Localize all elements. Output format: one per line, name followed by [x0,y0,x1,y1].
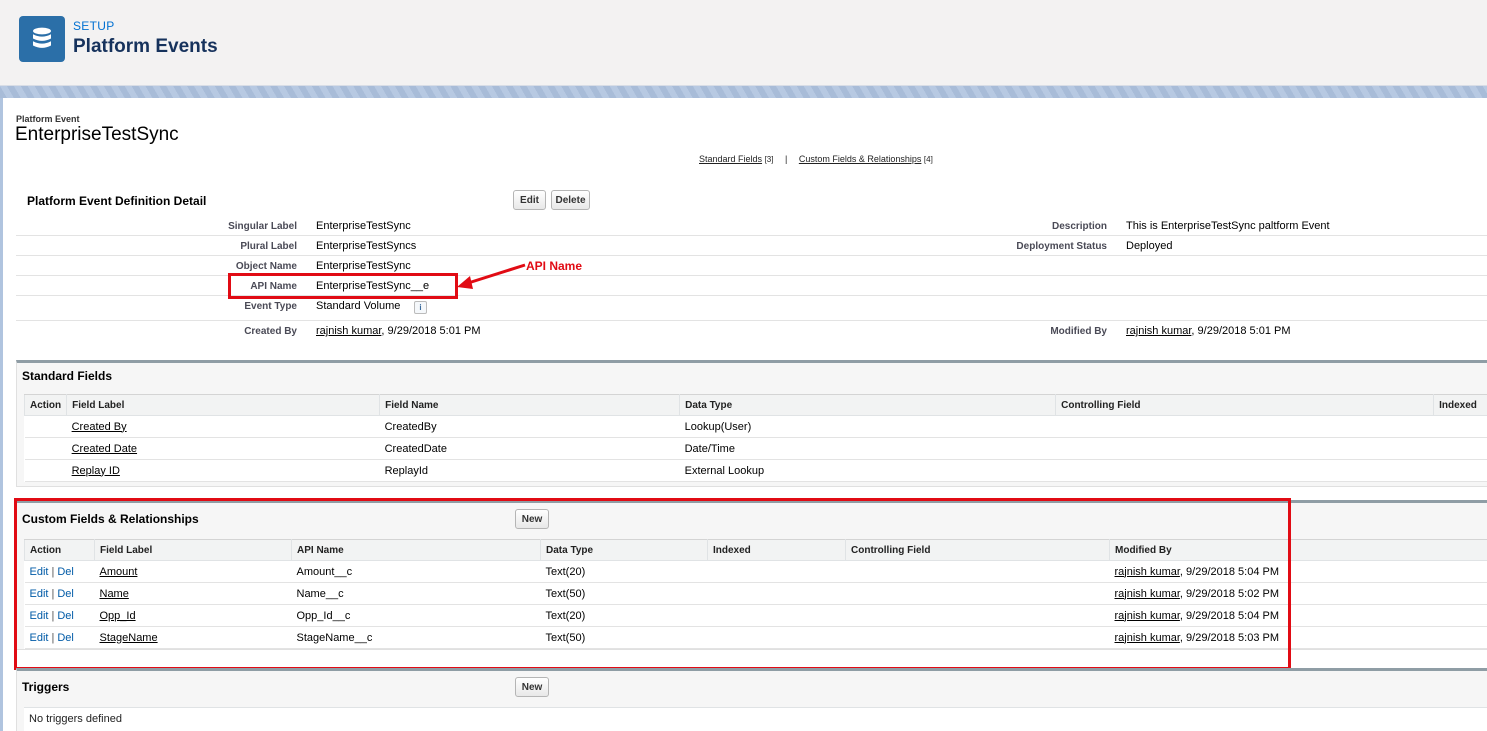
field-label-link[interactable]: Created Date [72,443,137,455]
triggers-section: Triggers New No triggers defined [16,668,1487,731]
data-type-cell: Lookup(User) [679,415,1056,438]
created-by-date: , 9/29/2018 5:01 PM [381,325,481,337]
plural-label-label: Plural Label [240,241,297,252]
singular-label-value: EnterpriseTestSync [316,220,411,232]
modified-by-date: , 9/29/2018 5:01 PM [1191,325,1291,337]
singular-label-label: Singular Label [228,221,297,232]
object-name-label: Object Name [235,261,297,272]
data-type-cell: External Lookup [679,459,1056,482]
api-name-annotation: API Name [526,259,583,273]
column-header: Action [23,394,68,416]
delete-button[interactable]: Delete [551,190,590,210]
event-type-label: Event Type [244,301,297,312]
decorative-band [0,86,1487,98]
column-header: Field Label [66,394,381,416]
page-title: Platform Events [73,36,218,57]
main-content: Platform Event EnterpriseTestSync Standa… [3,98,1487,731]
detail-row [16,296,1487,321]
detail-row [16,236,1487,256]
standard-fields-title: Standard Fields [22,369,113,383]
standard-fields-count: [3] [764,155,774,164]
annotation-arrow-icon [457,263,526,289]
standard-fields-section: Standard Fields Action Field Label Field… [16,360,1487,487]
database-icon [19,16,65,62]
field-name-cell: CreatedBy [379,415,680,438]
custom-fields-link[interactable]: Custom Fields & Relationships [799,154,922,164]
api-name-highlight-box [228,273,458,299]
table-row: Replay ID ReplayId External Lookup [24,459,1487,482]
new-trigger-button[interactable]: New [515,677,549,697]
object-kicker: Platform Event [16,114,80,124]
created-by-label: Created By [244,326,297,337]
column-header: Field Name [379,394,681,416]
triggers-title: Triggers [22,680,70,694]
standard-fields-table: Action Field Label Field Name Data Type … [23,394,1487,482]
object-title: EnterpriseTestSync [15,124,179,145]
custom-fields-count: [4] [923,155,933,164]
column-header: Controlling Field [1055,394,1435,416]
link-separator: | [784,154,788,164]
table-row: Created Date CreatedDate Date/Time [24,437,1487,460]
created-by-user-link[interactable]: rajnish kumar [316,325,381,337]
deployment-status-value: Deployed [1126,240,1173,252]
description-label: Description [1051,221,1107,232]
triggers-list: No triggers defined [24,707,1487,731]
info-icon[interactable]: i [414,301,427,314]
modified-by-value: rajnish kumar, 9/29/2018 5:01 PM [1126,325,1291,337]
deployment-status-label: Deployment Status [1016,241,1107,252]
plural-label-value: EnterpriseTestSyncs [316,240,417,252]
event-type-value: Standard Volume [316,300,401,312]
detail-title: Platform Event Definition Detail [27,194,207,208]
data-type-cell: Date/Time [679,437,1056,460]
field-name-cell: ReplayId [379,459,680,482]
field-label-link[interactable]: Replay ID [72,465,120,477]
field-name-cell: CreatedDate [379,437,680,460]
column-header: Indexed [1433,394,1487,416]
modified-by-user-link[interactable]: rajnish kumar [1126,325,1191,337]
setup-header: SETUP Platform Events [0,0,1487,86]
custom-fields-highlight-box [14,498,1291,670]
modified-by-label: Modified By [1050,326,1107,337]
table-row: Created By CreatedBy Lookup(User) [24,415,1487,438]
setup-kicker: SETUP [73,19,115,33]
column-header: Data Type [679,394,1057,416]
no-triggers-text: No triggers defined [29,713,122,725]
related-list-links: Standard Fields [3] | Custom Fields & Re… [699,154,933,164]
created-by-value: rajnish kumar, 9/29/2018 5:01 PM [316,325,481,337]
edit-button[interactable]: Edit [513,190,546,210]
field-label-link[interactable]: Created By [72,421,127,433]
description-value: This is EnterpriseTestSync paltform Even… [1126,220,1330,232]
object-name-value: EnterpriseTestSync [316,260,411,272]
table-header-row: Action Field Label Field Name Data Type … [23,394,1487,416]
standard-fields-link[interactable]: Standard Fields [699,154,762,164]
